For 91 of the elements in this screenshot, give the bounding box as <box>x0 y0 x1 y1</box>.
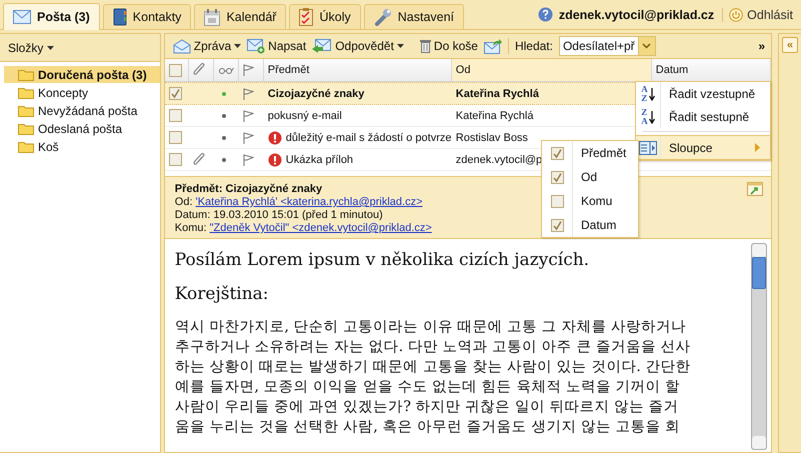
message-subject: Cizojazyčné znaky <box>268 88 364 100</box>
toolbar-button[interactable]: Zpráva <box>172 38 242 54</box>
checkbox[interactable] <box>550 170 564 184</box>
folder-icon <box>18 122 34 134</box>
folder-icon <box>18 140 34 152</box>
header-value: 19.03.2010 15:01 (před 1 minutou) <box>213 209 383 221</box>
caret-icon <box>234 44 242 48</box>
menu-item[interactable]: Z A Řadit sestupně <box>636 105 770 128</box>
more-button[interactable]: » <box>758 39 766 53</box>
header-label: Komu: <box>174 222 207 234</box>
header-label: Od: <box>174 196 193 208</box>
folder-icon <box>18 104 34 116</box>
message-subject: Ukázka příloh <box>286 154 354 166</box>
exclamation-icon <box>268 152 282 166</box>
reply-icon <box>312 38 332 54</box>
toolbar-button[interactable]: Napsat <box>247 38 306 54</box>
search-filter-dropdown[interactable]: Odesílatel+př <box>558 36 656 56</box>
checkbox[interactable] <box>168 87 182 100</box>
flag-icon[interactable] <box>242 88 254 100</box>
message-sender: Kateřina Rychlá <box>456 88 539 100</box>
caret-icon <box>47 46 54 50</box>
message-sender: zdenek.vytocil@p <box>456 154 542 166</box>
tab[interactable]: Kalendář <box>194 4 286 29</box>
read-status-dot <box>222 136 226 140</box>
chevron-down-icon <box>642 43 652 49</box>
help-icon[interactable] <box>538 7 553 22</box>
body-paragraph: Korejština: <box>174 283 270 305</box>
folder-item[interactable]: Koš <box>4 138 160 155</box>
body-paragraph: Posílám Lorem ipsum v několika cizích jazycích. <box>174 249 590 271</box>
columns-icon <box>639 140 657 154</box>
glasses-icon <box>218 66 234 74</box>
checkbox[interactable] <box>168 109 182 122</box>
menu-item[interactable]: A Z Řadit vzestupně <box>636 82 770 105</box>
exclamation-icon <box>268 130 282 144</box>
tab[interactable]: Pošta (3) <box>3 3 100 30</box>
checkbox[interactable] <box>550 218 564 232</box>
user-email: zdenek.vytocil@priklad.cz <box>558 8 724 22</box>
clipboard-icon <box>299 8 314 26</box>
read-status-dot <box>222 158 226 162</box>
message-sender: Kateřina Rychlá <box>456 110 534 122</box>
scrollbar[interactable] <box>751 243 768 450</box>
tab[interactable]: Kontakty <box>102 4 192 29</box>
flag-icon <box>242 64 254 76</box>
message-subject: pokusný e-mail <box>268 110 342 122</box>
envelope-icon <box>172 38 191 54</box>
wrench-icon <box>374 8 392 26</box>
checkbox[interactable] <box>168 64 182 76</box>
message-subject: důležitý e-mail s žádostí o potvrze <box>286 132 452 144</box>
power-icon <box>729 8 744 22</box>
read-status-dot <box>222 114 226 118</box>
folder-icon <box>18 68 34 80</box>
caret-icon <box>396 44 404 48</box>
new-mail-icon <box>247 38 266 54</box>
checkbox[interactable] <box>168 153 182 166</box>
tab[interactable]: Nastavení <box>364 4 464 29</box>
folder-item[interactable]: Nevyžádaná pošta <box>4 102 160 119</box>
paperclip-icon <box>192 152 205 166</box>
menu-item[interactable]: Komu <box>542 189 638 213</box>
folder-item[interactable]: Doručená pošta (3) <box>4 66 160 83</box>
envelope-icon <box>13 10 31 24</box>
trash-icon <box>420 39 431 53</box>
folder-item[interactable]: Odeslaná pošta <box>4 120 160 137</box>
tab[interactable]: Úkoly <box>289 4 361 29</box>
flag-icon[interactable] <box>242 154 254 166</box>
read-status-dot <box>222 92 226 96</box>
forward-mail-icon[interactable] <box>484 38 502 54</box>
address-link[interactable]: 'Kateřina Rychlá' <katerina.rychla@priklad.cz> <box>196 196 423 208</box>
popout-window-icon[interactable] <box>747 182 764 196</box>
toolbar-button[interactable]: Odpovědět <box>312 38 404 54</box>
checkbox[interactable] <box>550 146 564 160</box>
header-label: Datum: <box>174 209 210 221</box>
address-link[interactable]: "Zdeněk Vytočil" <zdenek.vytocil@priklad.cz> <box>210 222 432 234</box>
checkbox[interactable] <box>168 131 182 144</box>
folder-icon <box>18 86 34 98</box>
korean-paragraph: 역시 마찬가지로, 단순히 고통이라는 이유 때문에 고통 그 자체를 사랑하거나 추구하거나 소유하려는 자는 없다. 다만 노역과 고통이 아주 큰 즐거움을 선사 하는 상황이 때로는 발생하기 때문에 고통을 찾는 사람이 있는 것이다. 간단한 예를 들자면, 모종의 이익을 얻을 수도 없는데 힘든 육체적 노력을 기꺼이 할 사람이 우리들 중에 과연 있겠는가? 하지만 귀찮은 일이 뒤따르지 않는 즐거 움을 누리는 것을 선택한 사람, 혹은 아무런 즐거움도 생기지 않는 고통을 회 <box>174 318 692 437</box>
menu-item[interactable]: Sloupce <box>635 135 771 160</box>
flag-icon[interactable] <box>242 132 254 144</box>
folders-menu[interactable]: Složky <box>8 40 44 54</box>
paperclip-icon <box>192 63 205 77</box>
folder-item[interactable]: Koncepty <box>4 84 160 101</box>
menu-item[interactable]: Datum <box>542 213 638 237</box>
toolbar-button[interactable]: Do koše <box>420 39 478 53</box>
message-sender: Rostislav Boss <box>456 132 528 144</box>
logout-link[interactable]: Odhlásit <box>729 8 793 22</box>
flag-icon[interactable] <box>242 110 254 122</box>
search-label: Hledat: <box>514 39 553 53</box>
column-header[interactable]: Od <box>452 59 652 81</box>
message-subject-line: Předmět: Cizojazyčné znaky <box>174 183 322 196</box>
book-icon <box>112 8 127 26</box>
checkbox[interactable] <box>550 194 564 208</box>
calendar-icon <box>204 8 220 26</box>
